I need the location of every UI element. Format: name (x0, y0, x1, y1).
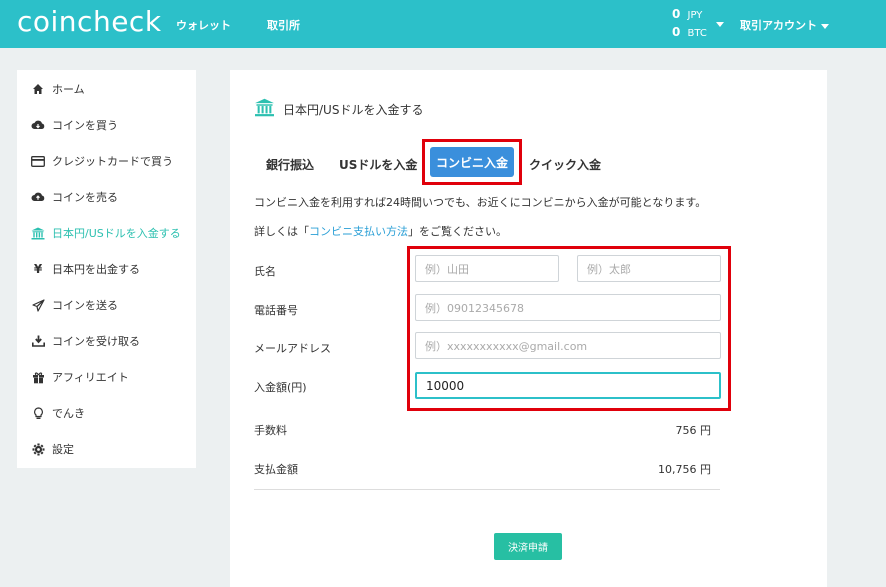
sidebar-item-label: コインを売る (52, 191, 118, 204)
gift-icon (31, 370, 45, 384)
highlight-box-tab (422, 139, 522, 185)
convenience-payment-link[interactable]: コンビニ支払い方法 (309, 225, 408, 238)
balance-btc: 0 BTC (672, 25, 707, 39)
chevron-down-icon (820, 23, 829, 29)
sidebar-item-label: アフィリエイト (52, 371, 129, 384)
email-label: メールアドレス (254, 342, 331, 355)
chevron-down-icon[interactable] (716, 22, 724, 27)
account-label: 取引アカウント (740, 19, 817, 32)
sidebar-item-label: ホーム (52, 83, 85, 96)
sidebar-item-send-coin[interactable]: コインを送る (31, 295, 118, 315)
page-title-text: 日本円/USドルを入金する (283, 102, 424, 117)
bank-icon (31, 226, 45, 240)
highlight-box-form (407, 246, 731, 411)
sidebar-item-electricity[interactable]: でんき (31, 403, 85, 423)
lightbulb-icon (31, 406, 45, 420)
sidebar-item-buy-coin[interactable]: コインを買う (31, 115, 118, 135)
home-icon (31, 82, 45, 96)
coincheck-logo[interactable]: coincheck (17, 5, 162, 38)
sidebar-item-settings[interactable]: 設定 (31, 439, 74, 459)
sidebar-item-credit-card[interactable]: クレジットカードで買う (31, 151, 173, 171)
sidebar-item-withdraw[interactable]: ¥ 日本円を出金する (31, 259, 140, 279)
sidebar-item-label: コインを受け取る (52, 335, 140, 348)
total-label: 支払金額 (254, 463, 298, 476)
yen-icon: ¥ (33, 262, 43, 276)
divider (254, 489, 720, 490)
sidebar-item-home[interactable]: ホーム (31, 79, 85, 99)
account-menu[interactable]: 取引アカウント (740, 17, 829, 33)
sidebar-item-label: コインを送る (52, 299, 118, 312)
balance-display[interactable]: 0 JPY 0 BTC (672, 6, 707, 42)
submit-payment-button[interactable]: 決済申請 (494, 533, 562, 560)
sidebar-item-label: コインを買う (52, 119, 118, 132)
nav-wallet[interactable]: ウォレット (176, 17, 231, 33)
sidebar-item-label: クレジットカードで買う (52, 155, 173, 168)
cloud-upload-icon (31, 190, 45, 204)
balance-jpy: 0 JPY (672, 7, 703, 21)
sidebar-item-label: でんき (52, 407, 85, 420)
gear-icon (31, 442, 45, 456)
tab-usd-deposit[interactable]: USドルを入金 (339, 156, 417, 173)
send-icon (31, 298, 45, 312)
nav-exchange[interactable]: 取引所 (267, 17, 300, 33)
description-text: コンビニ入金を利用すれば24時間いつでも、お近くにコンビニから入金が可能となりま… (254, 196, 707, 209)
page-title: 日本円/USドルを入金する (254, 98, 423, 120)
total-value: 10,756 円 (658, 463, 711, 476)
bank-icon (254, 98, 275, 120)
cloud-download-icon (31, 118, 45, 132)
fee-value: 756 円 (675, 424, 712, 437)
sidebar-item-deposit[interactable]: 日本円/USドルを入金する (31, 223, 181, 243)
sidebar-item-label: 日本円/USドルを入金する (52, 227, 181, 240)
download-icon (31, 334, 45, 348)
top-header: coincheck ウォレット 取引所 0 JPY 0 BTC 取引アカウント (0, 0, 886, 48)
fee-label: 手数料 (254, 424, 287, 437)
sidebar-item-label: 日本円を出金する (52, 263, 140, 276)
amount-label: 入金額(円) (254, 381, 307, 394)
sidebar-item-sell-coin[interactable]: コインを売る (31, 187, 118, 207)
credit-card-icon (31, 154, 45, 168)
deposit-panel: 日本円/USドルを入金する 銀行振込 USドルを入金 コンビニ入金 クイック入金… (230, 70, 827, 587)
sidebar-item-label: 設定 (52, 443, 74, 456)
sidebar-item-affiliate[interactable]: アフィリエイト (31, 367, 129, 387)
detail-text: 詳しくは「コンビニ支払い方法」をご覧ください。 (254, 225, 507, 238)
phone-label: 電話番号 (254, 304, 298, 317)
sidebar: ホーム コインを買う クレジットカードで買う コインを売る 日本円/USドルを入… (17, 70, 196, 468)
sidebar-item-receive-coin[interactable]: コインを受け取る (31, 331, 140, 351)
tab-bank-transfer[interactable]: 銀行振込 (266, 156, 314, 173)
name-label: 氏名 (254, 265, 276, 278)
tab-quick-deposit[interactable]: クイック入金 (529, 156, 601, 173)
